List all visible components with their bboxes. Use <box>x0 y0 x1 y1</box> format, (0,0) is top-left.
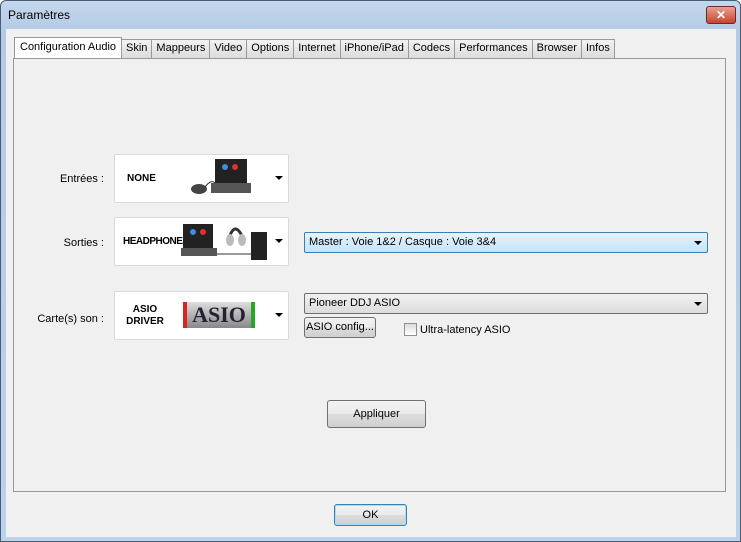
settings-window: Paramètres ✕ Configuration Audio Skin Ma… <box>0 0 741 542</box>
tab-skin[interactable]: Skin <box>121 39 153 58</box>
soundcard-dropdown[interactable]: Pioneer DDJ ASIO <box>304 293 708 314</box>
tab-codecs[interactable]: Codecs <box>407 39 456 58</box>
apply-button[interactable]: Appliquer <box>327 400 426 428</box>
tab-performances[interactable]: Performances <box>454 39 533 58</box>
soundcard-value: Pioneer DDJ ASIO <box>309 297 401 309</box>
inputs-selector[interactable]: NONE <box>114 154 289 203</box>
asio-logo: ASIO <box>183 302 255 328</box>
inputs-image-text: NONE <box>127 173 156 184</box>
dialog-client: Configuration Audio Skin Mappeurs Video … <box>6 29 736 537</box>
laptop-mouse-icon <box>191 159 251 194</box>
tab-infos[interactable]: Infos <box>580 39 615 58</box>
ultra-latency-checkbox[interactable] <box>404 323 417 336</box>
tab-browser[interactable]: Browser <box>531 39 582 58</box>
window-title: Paramètres <box>8 8 71 22</box>
tab-strip: Configuration Audio Skin Mappeurs Video … <box>14 37 615 58</box>
tab-options[interactable]: Options <box>246 39 295 58</box>
asio-config-button[interactable]: ASIO config... <box>304 317 376 338</box>
chevron-down-icon <box>275 239 283 243</box>
chevron-down-icon <box>694 241 702 245</box>
tab-iphone-ipad[interactable]: iPhone/iPad <box>339 39 409 58</box>
outputs-label: Sorties : <box>63 237 104 249</box>
soundcard-label: Carte(s) son : <box>37 313 104 325</box>
chevron-down-icon <box>275 313 283 317</box>
tab-internet[interactable]: Internet <box>293 39 341 58</box>
chevron-down-icon <box>275 176 283 180</box>
soundcard-image-text: ASIO DRIVER <box>126 304 164 327</box>
outputs-mode-dropdown[interactable]: Master : Voie 1&2 / Casque : Voie 3&4 <box>304 232 708 253</box>
close-button[interactable]: ✕ <box>706 6 736 24</box>
outputs-selector[interactable]: HEADPHONES <box>114 217 289 266</box>
audio-config-panel: Entrées : NONE Sorties : HEADPHONES Mast… <box>13 58 726 492</box>
tab-mappeurs[interactable]: Mappeurs <box>151 39 211 58</box>
chevron-down-icon <box>694 302 702 306</box>
laptop-headphones-speaker-icon <box>181 224 267 260</box>
tab-configuration-audio[interactable]: Configuration Audio <box>14 37 123 58</box>
inputs-label: Entrées : <box>59 173 104 185</box>
outputs-mode-value: Master : Voie 1&2 / Casque : Voie 3&4 <box>309 236 497 248</box>
outputs-image-text: HEADPHONES <box>123 236 189 247</box>
soundcard-selector[interactable]: ASIO DRIVER ASIO <box>114 291 289 340</box>
ultra-latency-label[interactable]: Ultra-latency ASIO <box>420 324 510 336</box>
ok-button[interactable]: OK <box>334 504 407 526</box>
tab-video[interactable]: Video <box>209 39 248 58</box>
